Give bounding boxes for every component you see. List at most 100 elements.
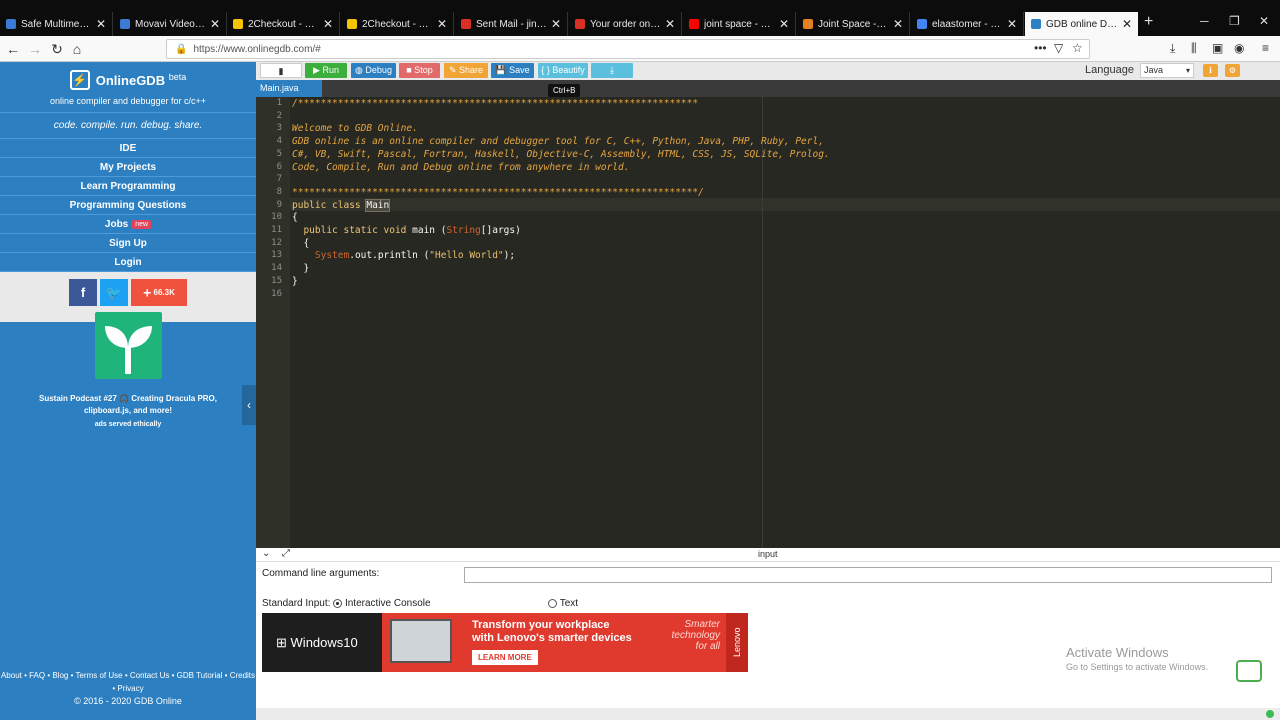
code-line[interactable]: public static void main (String[]args) (292, 225, 520, 236)
browser-tab[interactable]: Movavi Video Suite | ✕ (114, 12, 227, 36)
address-bar[interactable]: 🔒 https://www.onlinegdb.com/# (166, 39, 1090, 59)
lenovo-ad-banner[interactable]: ⊞ Windows10 Transform your workplace with… (262, 613, 748, 672)
settings-gear-icon[interactable]: ⚙ (1225, 64, 1240, 77)
close-tab-icon[interactable]: ✕ (665, 17, 675, 31)
code-line[interactable]: Code, Compile, Run and Debug online from… (292, 162, 629, 173)
tab-main-java[interactable]: Main.java (256, 80, 322, 97)
bookmark-star-icon[interactable]: ☆ (1072, 41, 1083, 55)
sidebar-item-login[interactable]: Login (0, 253, 256, 272)
new-tab-button[interactable]: + (1144, 13, 1153, 31)
close-tab-icon[interactable]: ✕ (96, 17, 106, 31)
sidebar-item-my-projects[interactable]: My Projects (0, 158, 256, 177)
code-editor[interactable]: 1 2 3 4 5 6 7 8 9 10 11 12 13 14 15 16 /***************… (256, 97, 1280, 548)
tab-title: GDB online Debugg (1046, 18, 1118, 30)
close-tab-icon[interactable]: ✕ (437, 17, 447, 31)
minimize-button[interactable]: ─ (1200, 14, 1209, 28)
code-line[interactable]: ****************************************… (292, 187, 704, 198)
sidebar-item-ide[interactable]: IDE (0, 139, 256, 158)
interactive-console-radio[interactable] (333, 598, 343, 608)
code-line[interactable]: { (292, 238, 309, 249)
download-icon[interactable]: ⤓ (1170, 41, 1175, 56)
code-line[interactable]: GDB online is an online compiler and deb… (292, 136, 824, 147)
browser-tab[interactable]: Safe Multimedia Sof ✕ (0, 12, 113, 36)
code-line[interactable]: { (292, 212, 298, 223)
maximize-button[interactable]: ❐ (1229, 14, 1240, 28)
download-icon: ⤓ (610, 65, 614, 75)
account-icon[interactable]: ◉ (1234, 41, 1244, 55)
debug-button[interactable]: ◍ Debug (351, 63, 396, 78)
code-line[interactable]: } (292, 276, 298, 287)
close-tab-icon[interactable]: ✕ (551, 17, 561, 31)
windows-logo: ⊞ Windows10 (262, 613, 382, 672)
sidebar-item-learn-programming[interactable]: Learn Programming (0, 177, 256, 196)
twitter-icon[interactable]: 🐦 (100, 279, 128, 306)
learn-more-button[interactable]: LEARN MORE (472, 650, 538, 665)
page-actions-icon[interactable]: ••• (1034, 41, 1047, 55)
menu-icon[interactable]: ≡ (1262, 41, 1269, 55)
sidebar-toggle-icon[interactable]: ▣ (1212, 41, 1223, 55)
save-button[interactable]: 💾 Save (491, 63, 534, 78)
tab-title: joint space - YouTub (704, 18, 775, 30)
share-button[interactable]: ✎ Share (444, 63, 488, 78)
close-tab-icon[interactable]: ✕ (210, 17, 220, 31)
language-label: Language (1085, 64, 1134, 76)
brand-name[interactable]: OnlineGDB beta (96, 71, 187, 87)
language-select[interactable]: Java ▾ (1140, 63, 1194, 78)
browser-tab[interactable]: 2Checkout - Your or ✕ (227, 12, 340, 36)
new-file-button[interactable]: ▮ (260, 63, 302, 78)
reload-icon[interactable]: ↻ (48, 40, 66, 58)
code-line[interactable]: } (292, 263, 309, 274)
close-tab-icon[interactable]: ✕ (779, 17, 789, 31)
collapse-sidebar-button[interactable]: ‹ (242, 385, 256, 425)
ad-title[interactable]: Sustain Podcast #27 🎧 Creating Dracula P… (18, 393, 238, 417)
forward-icon[interactable]: → (26, 40, 44, 58)
line-number: 7 (276, 174, 282, 185)
sidebar-item-programming-questions[interactable]: Programming Questions (0, 196, 256, 215)
browser-tab[interactable]: 2Checkout - Your or ✕ (341, 12, 454, 36)
browser-tab[interactable]: Sent Mail - jineshkj ✕ (455, 12, 568, 36)
stop-button[interactable]: ■ Stop (399, 63, 440, 78)
footer-links[interactable]: About • FAQ • Blog • Terms of Use • Cont… (0, 669, 256, 695)
browser-tab[interactable]: Your order on www.n ✕ (569, 12, 682, 36)
text-radio[interactable] (548, 598, 558, 608)
code-line[interactable]: Welcome to GDB Online. (292, 123, 418, 134)
close-tab-icon[interactable]: ✕ (323, 17, 333, 31)
chevron-down-icon[interactable]: ⌄ (262, 548, 270, 559)
ad-note[interactable]: ads served ethically (18, 421, 238, 428)
library-icon[interactable]: ⫼ (1191, 41, 1197, 56)
code-line[interactable]: /***************************************… (292, 98, 698, 109)
interactive-console-label[interactable]: Interactive Console (345, 598, 431, 609)
download-button[interactable]: ⤓ (591, 63, 633, 78)
code-line[interactable]: C#, VB, Swift, Pascal, Fortran, Haskell,… (292, 149, 830, 160)
sidebar-ad[interactable]: Sustain Podcast #27 🎧 Creating Dracula P… (18, 312, 238, 432)
facebook-icon[interactable]: f (69, 279, 97, 306)
browser-tab[interactable]: Joint Space - an ove ✕ (797, 12, 910, 36)
home-icon[interactable]: ⌂ (68, 40, 86, 58)
code-line[interactable]: System.out.println ("Hello World"); (292, 250, 515, 261)
code-line[interactable]: public class Main (292, 198, 391, 212)
url-text: https://www.onlinegdb.com/# (193, 43, 321, 55)
info-icon[interactable]: ℹ (1203, 64, 1218, 77)
pocket-icon[interactable]: ▽ (1054, 41, 1063, 55)
close-tab-icon[interactable]: ✕ (1007, 17, 1017, 31)
command-line-input[interactable] (464, 567, 1272, 583)
back-icon[interactable]: ← (4, 40, 22, 58)
close-window-button[interactable]: ✕ (1259, 14, 1269, 28)
beautify-button[interactable]: { } Beautify (538, 63, 588, 78)
text-label[interactable]: Text (560, 598, 578, 609)
tagline: code. compile. run. debug. share. (0, 112, 256, 138)
sidebar-item-jobs[interactable]: Jobs new (0, 215, 256, 234)
run-button[interactable]: ▶ Run (305, 63, 347, 78)
browser-tab[interactable]: joint space - YouTub ✕ (683, 12, 796, 36)
sidebar-item-sign-up[interactable]: Sign Up (0, 234, 256, 253)
share-count-button[interactable]: + 66.3K (131, 279, 187, 306)
browser-nav-bar: ← → ↻ ⌂ 🔒 https://www.onlinegdb.com/# ••… (0, 36, 1280, 62)
chevron-down-icon: ▾ (1185, 66, 1190, 75)
expand-icon[interactable]: ⤢ (282, 548, 290, 559)
browser-tab[interactable]: elaastomer - Google ✕ (911, 12, 1024, 36)
close-tab-icon[interactable]: ✕ (893, 17, 903, 31)
browser-tab[interactable]: GDB online Debugg ✕ (1025, 12, 1138, 36)
chat-icon[interactable] (1236, 660, 1262, 682)
windows-icon: ⊞ (276, 635, 287, 650)
close-tab-icon[interactable]: ✕ (1122, 17, 1132, 31)
